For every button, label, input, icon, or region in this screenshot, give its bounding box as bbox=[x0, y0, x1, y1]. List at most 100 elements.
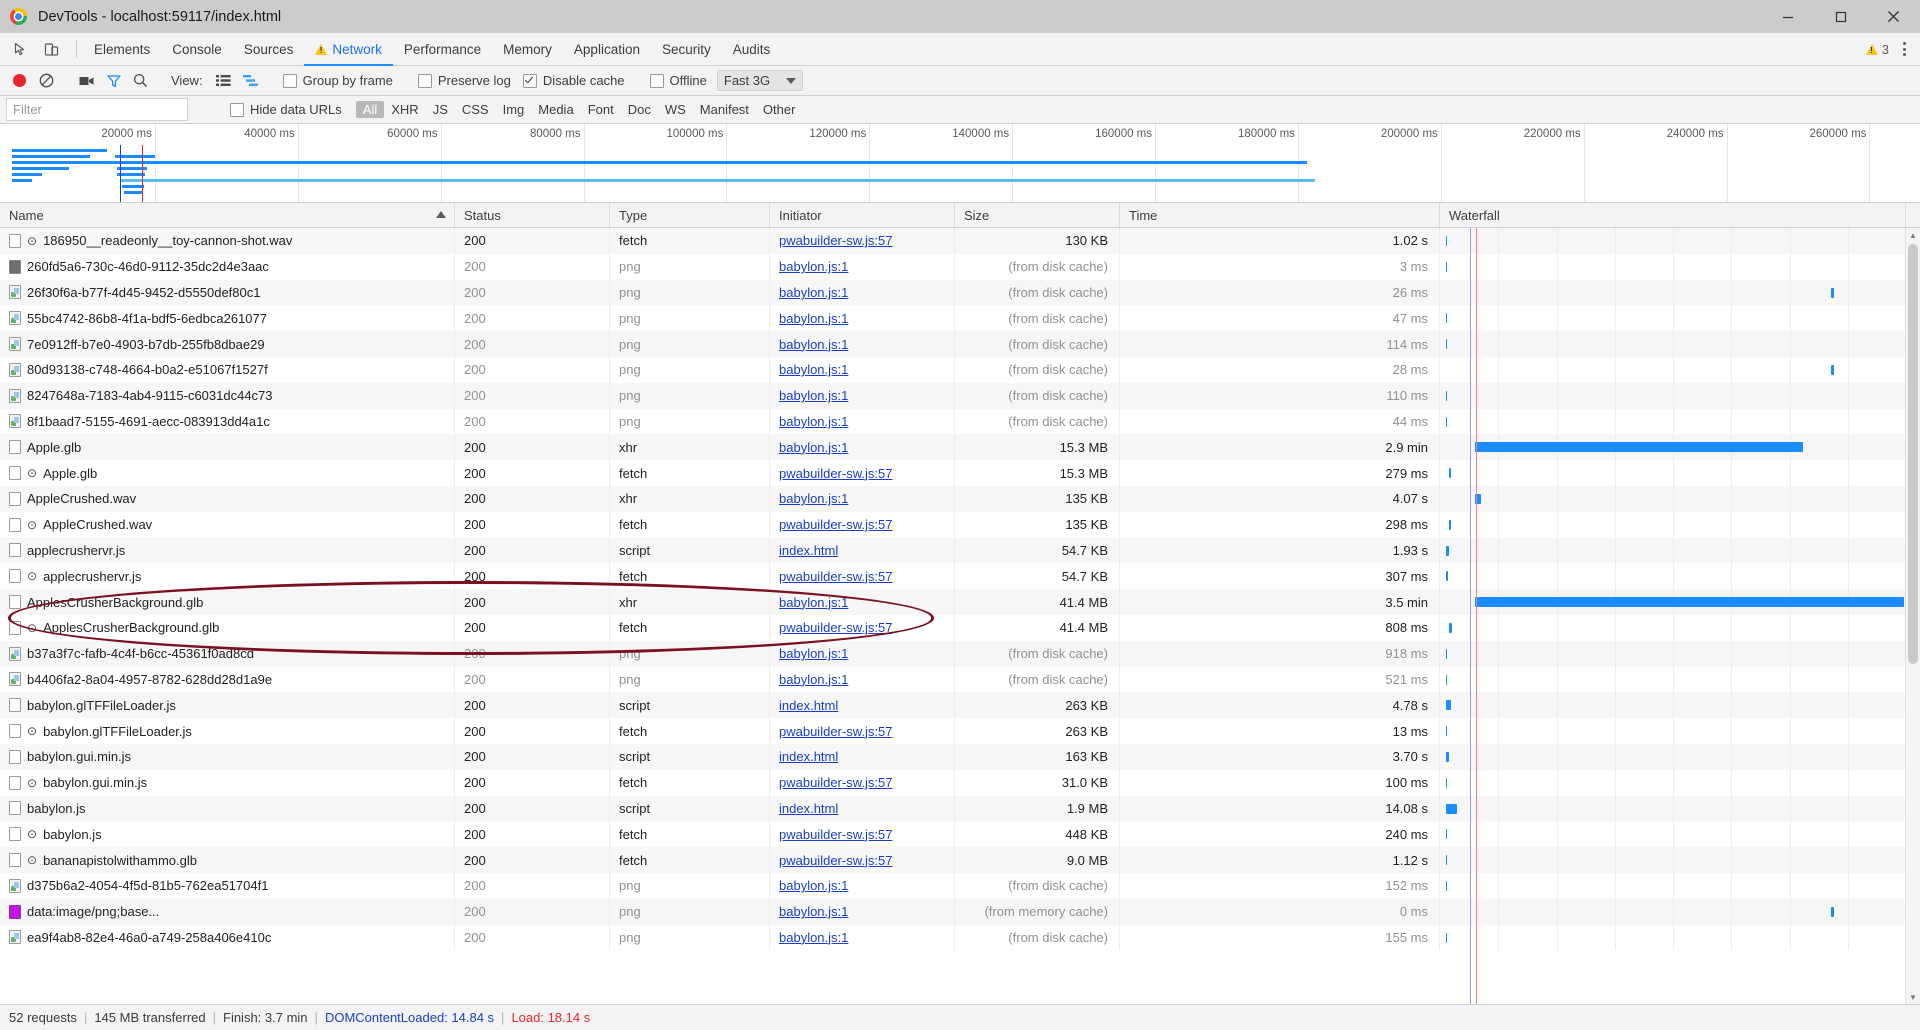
initiator-link[interactable]: babylon.js:1 bbox=[779, 414, 848, 429]
offline-checkbox[interactable]: Offline bbox=[644, 73, 713, 88]
table-row[interactable]: applecrushervr.js 200 script index.html 54.7… bbox=[0, 537, 1906, 564]
inspect-element-icon[interactable] bbox=[8, 36, 34, 62]
waterfall-bar[interactable] bbox=[1445, 726, 1447, 737]
device-toolbar-icon[interactable] bbox=[38, 36, 64, 62]
column-header-status[interactable]: Status bbox=[455, 203, 610, 227]
initiator-link[interactable]: babylon.js:1 bbox=[779, 491, 848, 506]
table-row[interactable]: 7e0912ff-b7e0-4903-b7db-255fb8dbae29 200 p… bbox=[0, 331, 1906, 357]
filter-type-other[interactable]: Other bbox=[756, 101, 803, 118]
disable-cache-checkbox[interactable]: Disable cache bbox=[517, 73, 631, 88]
table-row[interactable]: ⊙ bananapistolwithammo.glb 200 fetch pwabuil… bbox=[0, 847, 1906, 873]
initiator-link[interactable]: babylon.js:1 bbox=[779, 285, 848, 300]
table-row[interactable]: ⊙ babylon.js 200 fetch pwabuilder-sw.js:57 44… bbox=[0, 821, 1906, 848]
filter-toggle-icon[interactable] bbox=[100, 67, 127, 94]
waterfall-bar[interactable] bbox=[1445, 648, 1447, 659]
tab-sources[interactable]: Sources bbox=[233, 33, 305, 65]
column-header-waterfall[interactable]: Waterfall bbox=[1440, 203, 1906, 227]
filter-type-all[interactable]: All bbox=[355, 101, 385, 118]
table-row[interactable]: ApplesCrusherBackground.glb 200 xhr babylon… bbox=[0, 589, 1906, 615]
minimize-button[interactable] bbox=[1761, 0, 1814, 33]
filter-type-js[interactable]: JS bbox=[426, 101, 455, 118]
initiator-link[interactable]: index.html bbox=[779, 801, 838, 816]
waterfall-bar[interactable] bbox=[1445, 416, 1447, 427]
waterfall-bar[interactable] bbox=[1445, 674, 1447, 685]
filter-type-media[interactable]: Media bbox=[531, 101, 580, 118]
table-row[interactable]: Apple.glb 200 xhr babylon.js:1 15.3 MB 2.9 mi… bbox=[0, 434, 1906, 461]
throttling-select[interactable]: Fast 3G bbox=[716, 70, 804, 91]
table-row[interactable]: b4406fa2-8a04-4957-8782-628dd28d1a9e 200 p… bbox=[0, 666, 1906, 693]
initiator-link[interactable]: babylon.js:1 bbox=[779, 311, 848, 326]
initiator-link[interactable]: pwabuilder-sw.js:57 bbox=[779, 233, 892, 248]
column-header-name[interactable]: Name bbox=[0, 203, 455, 227]
scroll-up-arrow[interactable]: ▲ bbox=[1906, 228, 1920, 242]
table-row[interactable]: babylon.gui.min.js 200 script index.html 163… bbox=[0, 743, 1906, 770]
waterfall-bar[interactable] bbox=[1445, 700, 1451, 711]
scrollbar-thumb[interactable] bbox=[1908, 244, 1918, 664]
group-by-frame-checkbox[interactable]: Group by frame bbox=[277, 73, 399, 88]
table-row[interactable]: d375b6a2-4054-4f5d-81b5-762ea51704f1 200 p… bbox=[0, 872, 1906, 899]
waterfall-bar[interactable] bbox=[1449, 468, 1452, 479]
filter-type-font[interactable]: Font bbox=[581, 101, 621, 118]
initiator-link[interactable]: pwabuilder-sw.js:57 bbox=[779, 466, 892, 481]
initiator-link[interactable]: babylon.js:1 bbox=[779, 362, 848, 377]
initiator-link[interactable]: babylon.js:1 bbox=[779, 388, 848, 403]
table-row[interactable]: data:image/png;base... 200 png babylon.js:1… bbox=[0, 898, 1906, 925]
waterfall-bar[interactable] bbox=[1445, 751, 1450, 762]
table-row[interactable]: ⊙ ApplesCrusherBackground.glb 200 fetch pwab… bbox=[0, 614, 1906, 641]
table-row[interactable]: 8f1baad7-5155-4691-aecc-083913dd4a1c 200 p… bbox=[0, 408, 1906, 435]
initiator-link[interactable]: babylon.js:1 bbox=[779, 337, 848, 352]
column-header-size[interactable]: Size bbox=[955, 203, 1120, 227]
waterfall-bar[interactable] bbox=[1449, 519, 1452, 530]
initiator-link[interactable]: pwabuilder-sw.js:57 bbox=[779, 724, 892, 739]
waterfall-bar[interactable] bbox=[1445, 777, 1447, 788]
waterfall-bar[interactable] bbox=[1449, 622, 1452, 633]
waterfall-bar[interactable] bbox=[1445, 545, 1449, 556]
waterfall-bar[interactable] bbox=[1445, 803, 1457, 814]
column-header-type[interactable]: Type bbox=[610, 203, 770, 227]
initiator-link[interactable]: babylon.js:1 bbox=[779, 904, 848, 919]
scroll-down-arrow[interactable]: ▼ bbox=[1906, 990, 1920, 1004]
initiator-link[interactable]: pwabuilder-sw.js:57 bbox=[779, 853, 892, 868]
table-row[interactable]: ⊙ Apple.glb 200 fetch pwabuilder-sw.js:57 15.… bbox=[0, 460, 1906, 486]
waterfall-bar[interactable] bbox=[1831, 906, 1834, 917]
table-row[interactable]: ⊙ applecrushervr.js 200 fetch pwabuilder-sw.… bbox=[0, 563, 1906, 590]
tab-audits[interactable]: Audits bbox=[722, 33, 782, 65]
table-row[interactable]: b37a3f7c-fafb-4c4f-b6cc-45361f0ad8cd 200 p… bbox=[0, 640, 1906, 667]
tab-security[interactable]: Security bbox=[651, 33, 722, 65]
tab-elements[interactable]: Elements bbox=[83, 33, 161, 65]
initiator-link[interactable]: pwabuilder-sw.js:57 bbox=[779, 620, 892, 635]
capture-screenshots-icon[interactable] bbox=[73, 67, 100, 94]
filter-type-manifest[interactable]: Manifest bbox=[693, 101, 756, 118]
waterfall-bar[interactable] bbox=[1445, 932, 1447, 943]
waterfall-bar[interactable] bbox=[1474, 597, 1904, 608]
initiator-link[interactable]: babylon.js:1 bbox=[779, 440, 848, 455]
tab-performance[interactable]: Performance bbox=[393, 33, 492, 65]
waterfall-bar[interactable] bbox=[1445, 571, 1448, 582]
list-view-icon[interactable] bbox=[210, 67, 237, 94]
search-icon[interactable] bbox=[127, 67, 154, 94]
initiator-link[interactable]: index.html bbox=[779, 698, 838, 713]
network-overview-timeline[interactable]: 20000 ms 40000 ms 60000 ms 80000 ms 100000 m… bbox=[0, 124, 1920, 203]
initiator-link[interactable]: pwabuilder-sw.js:57 bbox=[779, 775, 892, 790]
initiator-link[interactable]: babylon.js:1 bbox=[779, 878, 848, 893]
filter-type-xhr[interactable]: XHR bbox=[384, 101, 425, 118]
waterfall-bar[interactable] bbox=[1474, 442, 1804, 453]
table-row[interactable]: 80d93138-c748-4664-b0a2-e51067f1527f 200 p… bbox=[0, 356, 1906, 383]
waterfall-bar[interactable] bbox=[1445, 880, 1447, 891]
waterfall-bar[interactable] bbox=[1831, 287, 1834, 298]
tab-console[interactable]: Console bbox=[161, 33, 233, 65]
waterfall-bar[interactable] bbox=[1474, 493, 1482, 504]
table-row[interactable]: 55bc4742-86b8-4f1a-bdf5-6edbca261077 200 p… bbox=[0, 305, 1906, 332]
table-row[interactable]: ⊙ babylon.glTFFileLoader.js 200 fetch pwabui… bbox=[0, 718, 1906, 744]
hide-data-urls-checkbox[interactable]: Hide data URLs bbox=[224, 102, 348, 117]
filter-type-img[interactable]: Img bbox=[496, 101, 532, 118]
table-row[interactable]: 260fd5a6-730c-46d0-9112-35dc2d4e3aac 200 p… bbox=[0, 253, 1906, 280]
waterfall-view-icon[interactable] bbox=[237, 67, 264, 94]
record-button[interactable] bbox=[6, 67, 33, 94]
initiator-link[interactable]: babylon.js:1 bbox=[779, 646, 848, 661]
table-row[interactable]: 8247648a-7183-4ab4-9115-c6031dc44c73 200 p… bbox=[0, 382, 1906, 409]
initiator-link[interactable]: index.html bbox=[779, 749, 838, 764]
waterfall-bar[interactable] bbox=[1445, 390, 1447, 401]
initiator-link[interactable]: index.html bbox=[779, 543, 838, 558]
tab-application[interactable]: Application bbox=[563, 33, 651, 65]
